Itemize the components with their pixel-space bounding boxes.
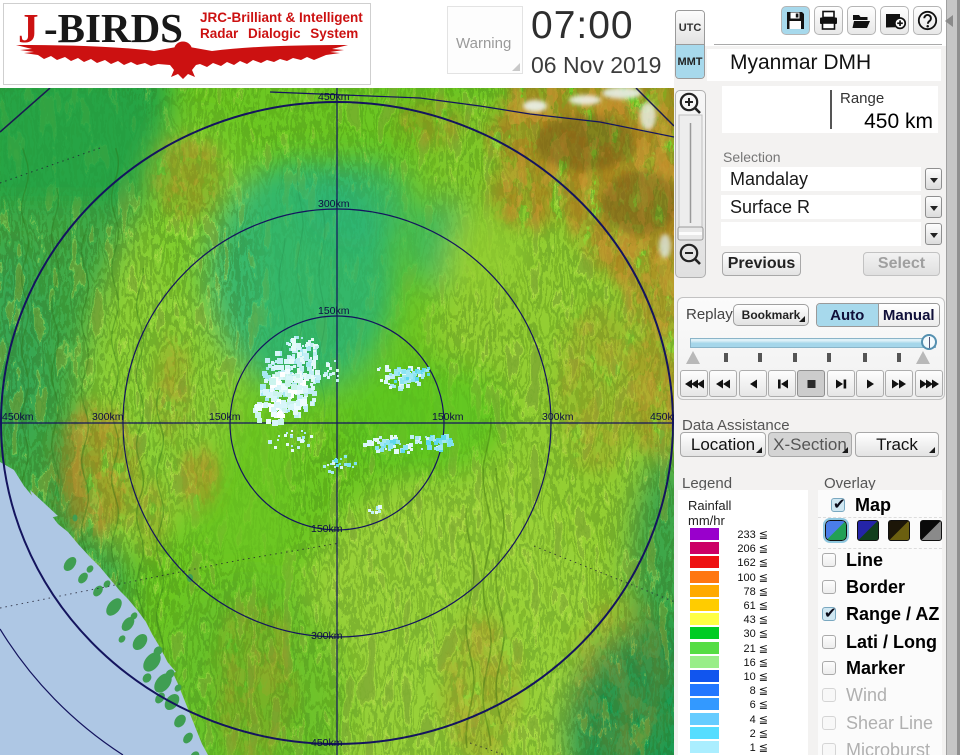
svg-text:450km: 450km [311,737,343,749]
svg-text:J: J [18,5,39,51]
svg-text:450km: 450km [318,91,350,103]
svg-text:150km: 150km [318,305,350,317]
svg-text:150km: 150km [432,411,464,423]
svg-text:Radar Dialogic System: Radar Dialogic System [200,26,358,41]
svg-text:-BIRDS: -BIRDS [44,5,183,51]
svg-text:300km: 300km [311,630,343,642]
svg-text:JRC-Brilliant & Intelligent: JRC-Brilliant & Intelligent [200,10,363,25]
svg-text:150km: 150km [209,411,241,423]
svg-text:300km: 300km [318,198,350,210]
svg-text:300km: 300km [542,411,574,423]
svg-text:150km: 150km [311,523,343,535]
svg-text:300km: 300km [92,411,124,423]
svg-text:450km: 450km [650,411,674,423]
svg-text:450km: 450km [2,411,34,423]
